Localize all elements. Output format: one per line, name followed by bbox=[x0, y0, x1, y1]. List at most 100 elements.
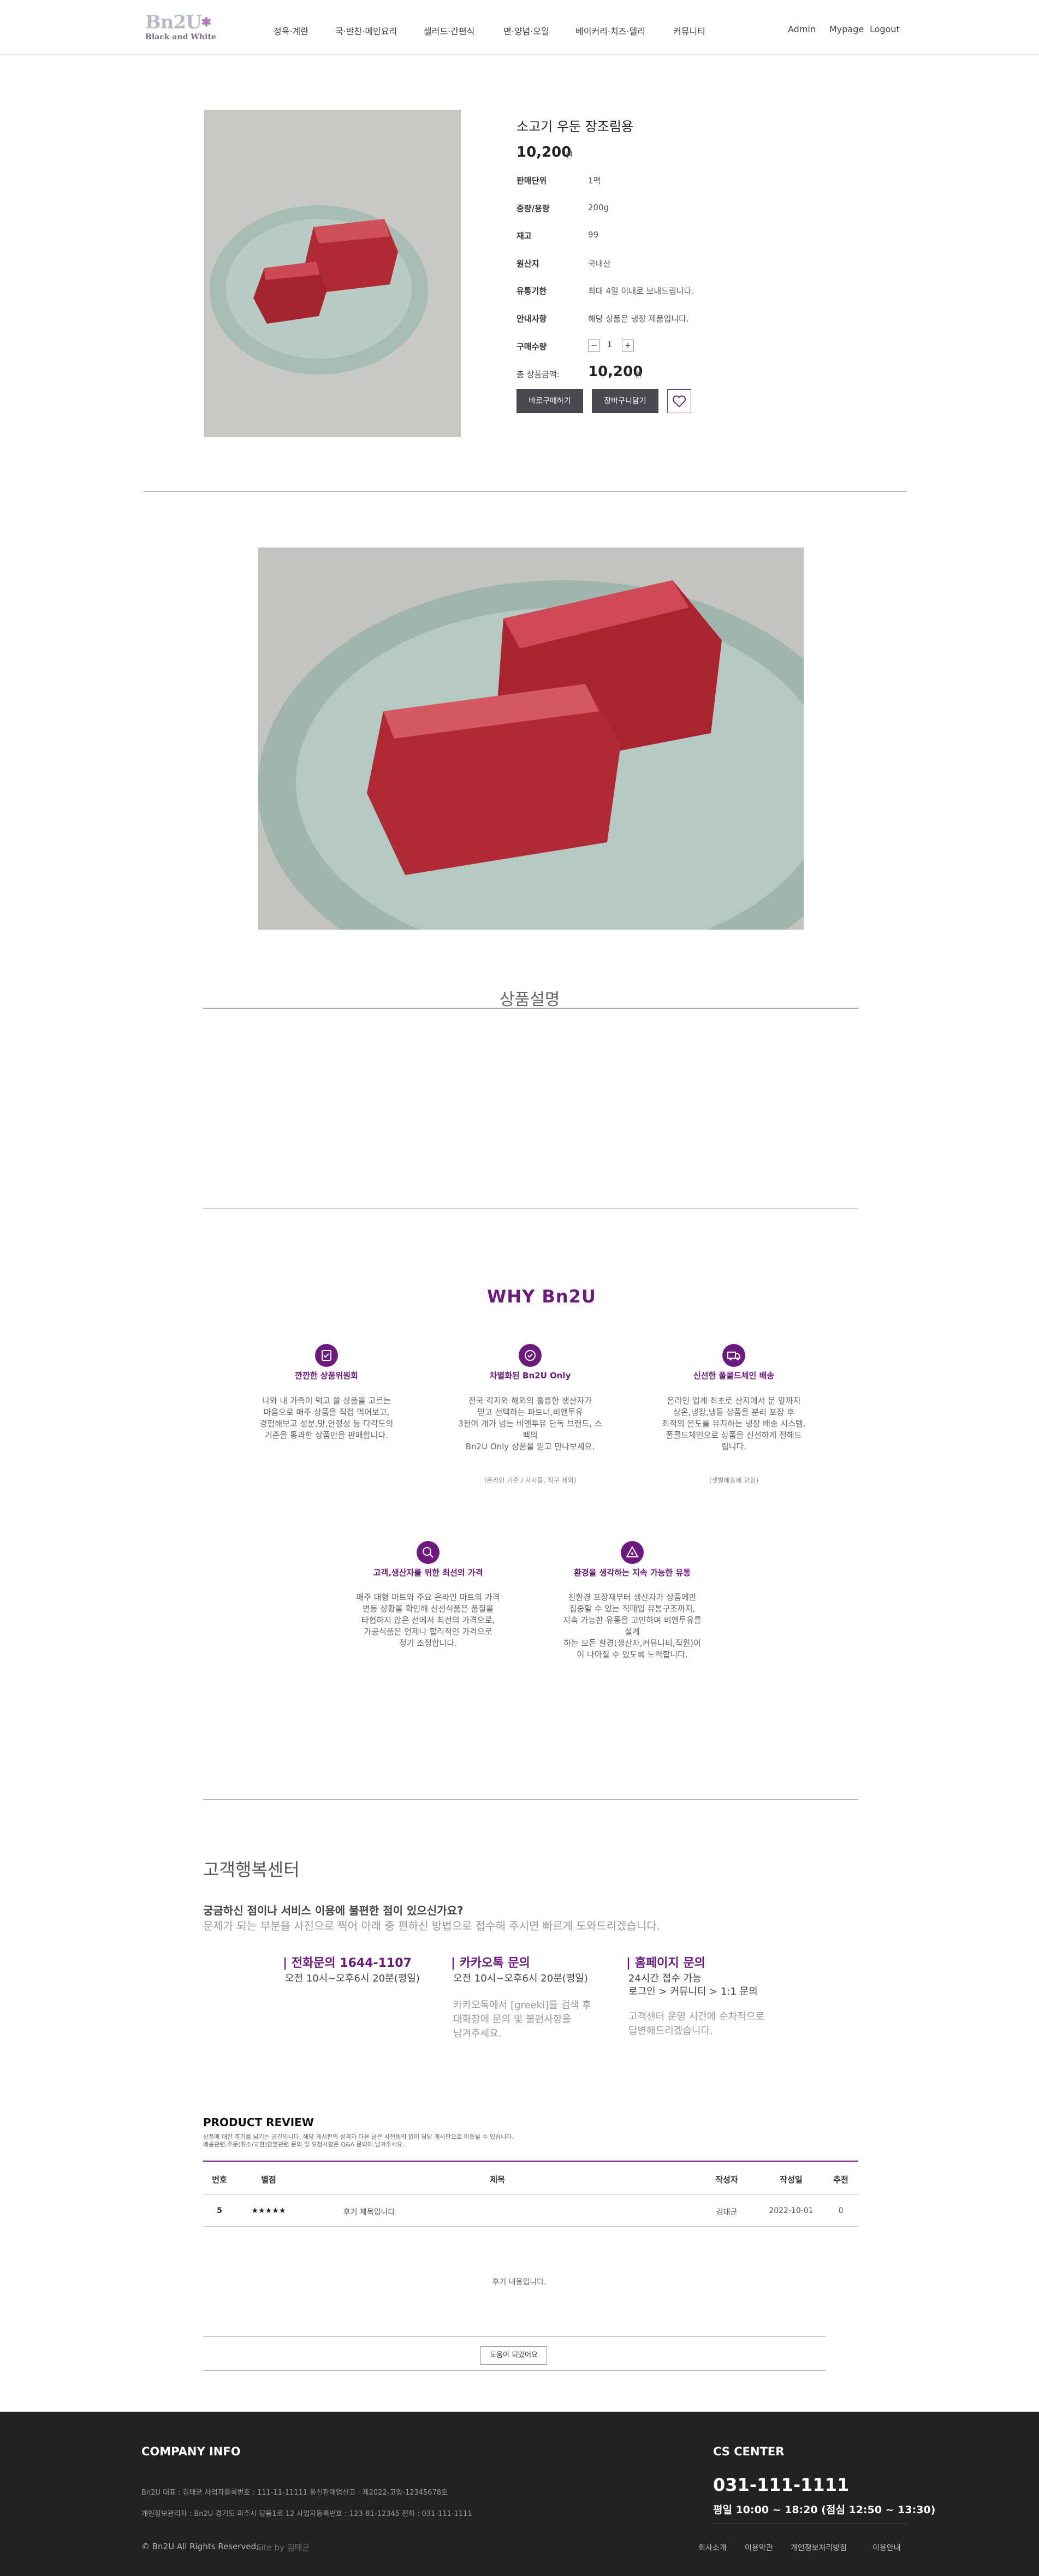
feature-truck-icon bbox=[722, 1344, 745, 1367]
info-label-stock: 재고 bbox=[516, 231, 532, 241]
nav-item-meat[interactable]: 정육·계란 bbox=[274, 24, 308, 37]
cs-guide: 문제가 되는 부분을 사진으로 찍어 아래 중 편하신 방법으로 접수해 주시면… bbox=[203, 1919, 661, 1932]
cs-web-title[interactable]: | 홈페이지 문의 bbox=[626, 1953, 705, 1971]
review-row-no: 5 bbox=[217, 2206, 222, 2215]
nav-item-bakery[interactable]: 베이커리·치즈·델리 bbox=[575, 24, 645, 37]
cs-web-line-2: 로그인 > 커뮤니티 > 1:1 문의 bbox=[628, 1986, 758, 1997]
nav-item-community[interactable]: 커뮤니티 bbox=[673, 24, 705, 37]
info-value-weight: 200g bbox=[588, 203, 609, 212]
review-title: PRODUCT REVIEW bbox=[203, 2116, 314, 2129]
feature-desc-price: 매주 대형 마트와 주요 온라인 마트의 가격 변동 상황을 확인해 신선식품은 … bbox=[356, 1592, 500, 1648]
review-row-date: 2022-10-01 bbox=[769, 2206, 814, 2215]
footer-site-by: Site by 김태균 bbox=[256, 2543, 310, 2553]
footer-cs-hours: 평일 10:00 ~ 18:20 (점심 12:50 ~ 13:30) bbox=[713, 2504, 936, 2516]
info-value-notice: 해당 상품은 냉장 제품입니다. bbox=[588, 314, 689, 324]
footer-link-privacy[interactable]: 개인정보처리방침 bbox=[791, 2542, 847, 2553]
site-logo[interactable]: Bn2U✱ Black and White bbox=[145, 12, 222, 44]
footer-link-guide[interactable]: 이용안내 bbox=[872, 2542, 901, 2553]
total-label: 총 상품금액: bbox=[516, 370, 560, 379]
site-footer: COMPANY INFO Bn2U 대표 : 김태균 사업자등록번호 : 111… bbox=[0, 2412, 1039, 2576]
add-to-cart-button[interactable]: 장바구니담기 bbox=[592, 389, 658, 413]
review-col-author: 작성자 bbox=[715, 2175, 738, 2185]
review-desc-2: 배송관련,주문(취소/교환)환불관련 문의 및 요청사항은 Q&A 문의에 남겨… bbox=[203, 2141, 405, 2148]
cs-phone-hours: 오전 10시~오후6시 20분(평일) bbox=[285, 1973, 420, 1984]
review-col-rating: 별점 bbox=[261, 2175, 276, 2185]
feature-note-only: (온라인 기준 / 자사몰, 직구 제외) bbox=[484, 1477, 577, 1484]
nav-item-noodle[interactable]: 면·양념·오일 bbox=[503, 24, 549, 37]
cs-phone-title: | 전화문의 1644-1107 bbox=[283, 1956, 412, 1970]
heart-icon bbox=[672, 395, 686, 408]
feature-title-coldchain: 신선한 풀콜드체인 배송 bbox=[693, 1371, 775, 1381]
cs-web-line-1: 24시간 접수 가능 bbox=[628, 1973, 702, 1984]
feature-title-price: 고객,생산자를 위한 최선의 가격 bbox=[373, 1568, 483, 1578]
feature-leaf-icon bbox=[621, 1541, 644, 1564]
product-detail-image bbox=[258, 548, 804, 930]
footer-company-info-2: 개인정보관리자 : Bn2U 경기도 파주시 당동1로 12 사업자등록번호 :… bbox=[141, 2510, 472, 2518]
feature-desc-sustainable: 친환경 포장재부터 생산자가 상품에만 집중할 수 있는 직매입 유통구조까지, 지… bbox=[563, 1592, 702, 1659]
review-row-author: 김태균 bbox=[716, 2208, 738, 2217]
review-table-top-border bbox=[203, 2161, 858, 2162]
logo-star-icon: ✱ bbox=[201, 15, 211, 29]
review-content-line bbox=[203, 2336, 826, 2337]
review-col-date: 작성일 bbox=[780, 2175, 803, 2185]
mypage-link[interactable]: Mypage bbox=[829, 24, 864, 34]
review-row-title[interactable]: 후기 제목입니다 bbox=[343, 2206, 395, 2217]
review-row-likes: 0 bbox=[838, 2206, 844, 2215]
why-title: WHY Bn2U bbox=[487, 1286, 596, 1307]
table-row[interactable] bbox=[203, 2194, 858, 2226]
qty-plus-button[interactable]: + bbox=[622, 340, 634, 352]
cs-question: 궁금하신 점이나 서비스 이용에 불편한 점이 있으신가요? bbox=[203, 1904, 464, 1917]
cs-title: 고객행복센터 bbox=[203, 1859, 300, 1880]
admin-link[interactable]: Admin bbox=[788, 24, 816, 34]
description-title: 상품설명 bbox=[500, 990, 560, 1009]
footer-cs-title: CS CENTER bbox=[713, 2445, 785, 2458]
feature-desc-coldchain: 온라인 업계 최초로 산지에서 문 앞까지 상온,냉장,냉동 상품을 분리 포장 … bbox=[662, 1396, 806, 1451]
product-main-image bbox=[204, 110, 461, 437]
footer-cs-phone: 031-111-1111 bbox=[713, 2474, 850, 2495]
site-header: Bn2U✱ Black and White 정육·계란 국·반찬·메인요리 샐러… bbox=[0, 0, 1039, 55]
review-content: 후기 내용입니다. bbox=[492, 2278, 547, 2287]
feature-title-committee: 깐깐한 상품위원회 bbox=[295, 1371, 358, 1381]
footer-copyright: © Bn2U All Rights Reserved. bbox=[141, 2542, 259, 2551]
nav-item-side-dish[interactable]: 국·반찬·메인요리 bbox=[335, 24, 397, 37]
feature-desc-committee: 나와 내 가족이 먹고 쓸 상품을 고르는 마음으로 매주 상품을 직접 먹어보고… bbox=[259, 1396, 394, 1440]
cs-kakao-hours: 오전 10시~오후6시 20분(평일) bbox=[453, 1973, 588, 1984]
review-bottom-line bbox=[203, 2370, 826, 2371]
feature-title-sustainable: 환경을 생각하는 지속 가능한 유통 bbox=[573, 1568, 691, 1578]
info-label-notice: 안내사항 bbox=[516, 314, 547, 324]
review-col-likes: 추천 bbox=[833, 2175, 848, 2185]
logo-text: Bn2U bbox=[145, 11, 202, 33]
logout-link[interactable]: Logout bbox=[870, 24, 900, 34]
helpful-button[interactable]: 도움이 되었어요 bbox=[480, 2346, 547, 2365]
feature-check-icon bbox=[315, 1344, 338, 1367]
qty-minus-button[interactable]: − bbox=[588, 340, 600, 352]
logo-subtitle: Black and White bbox=[145, 33, 216, 41]
product-title: 소고기 우둔 장조림용 bbox=[516, 119, 633, 134]
info-label-unit: 판매단위 bbox=[516, 176, 547, 186]
nav-item-salad[interactable]: 샐러드·간편식 bbox=[424, 24, 474, 37]
review-col-title: 제목 bbox=[490, 2175, 505, 2185]
feature-badge-icon bbox=[519, 1344, 542, 1367]
review-row-line bbox=[203, 2226, 858, 2227]
cs-kakao-title[interactable]: | 카카오톡 문의 bbox=[451, 1953, 530, 1971]
info-value-origin: 국내산 bbox=[588, 259, 611, 269]
footer-link-terms[interactable]: 이용약관 bbox=[745, 2542, 773, 2553]
description-title-underline bbox=[203, 1008, 858, 1009]
qty-value[interactable]: 1 bbox=[607, 341, 612, 349]
product-price: 10,200 bbox=[516, 144, 572, 160]
feature-title-only: 차별화된 Bn2U Only bbox=[489, 1371, 571, 1381]
buy-now-button[interactable]: 바로구매하기 bbox=[516, 389, 583, 413]
feature-note-coldchain: (샛별배송에 한함) bbox=[709, 1477, 759, 1484]
section-divider bbox=[144, 491, 906, 492]
qty-label: 구매수량 bbox=[516, 342, 547, 352]
wishlist-button[interactable] bbox=[667, 389, 691, 413]
feature-desc-only: 전국 각지와 해외의 훌륭한 생산자가 믿고 선택하는 파트너,비앤투유 3천여 개… bbox=[458, 1396, 602, 1451]
cs-kakao-guide: 카카오톡에서 [greeki]를 검색 후 대화창에 문의 및 불편사항을 남겨주세… bbox=[453, 2000, 591, 2039]
cs-web-guide: 고객센터 운영 시간에 순차적으로 답변해드리겠습니다. bbox=[628, 2011, 765, 2037]
info-label-weight: 중량/용량 bbox=[516, 204, 550, 213]
footer-company-info-1: Bn2U 대표 : 김태균 사업자등록번호 : 111-11-11111 통신판… bbox=[141, 2489, 448, 2497]
product-price-unit: 원 bbox=[566, 151, 573, 160]
cs-divider bbox=[203, 1799, 858, 1800]
footer-company-title: COMPANY INFO bbox=[141, 2445, 241, 2458]
footer-link-about[interactable]: 회사소개 bbox=[698, 2542, 727, 2553]
